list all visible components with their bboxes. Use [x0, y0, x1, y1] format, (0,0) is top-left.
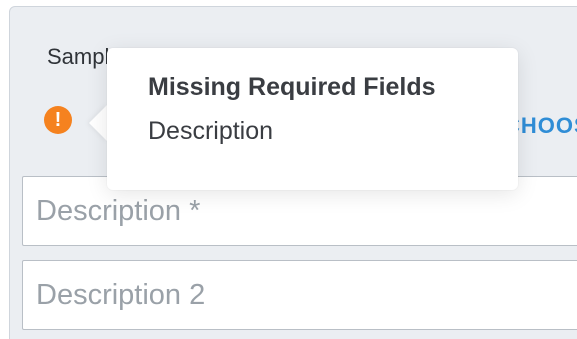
missing-fields-tooltip: Missing Required Fields Description [107, 48, 518, 190]
description-2-field[interactable]: Description 2 [22, 260, 577, 330]
warning-icon[interactable]: ! [44, 106, 72, 134]
tooltip-arrow [89, 104, 108, 142]
tooltip-body: Description [148, 117, 274, 145]
sample-form-view: Sample Type: ! CHOOSE Description * Desc… [0, 0, 577, 339]
tooltip-title: Missing Required Fields [148, 73, 436, 101]
